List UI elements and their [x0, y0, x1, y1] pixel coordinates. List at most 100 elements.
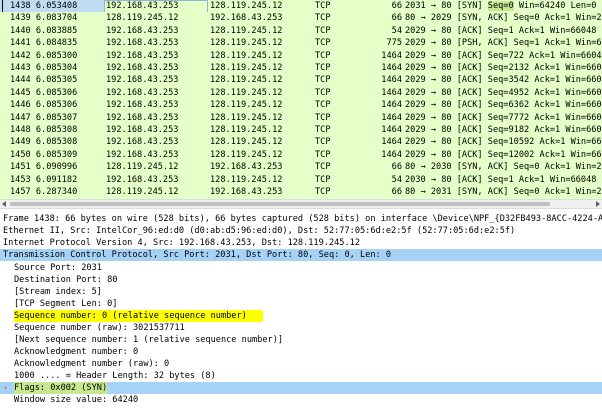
packet-row[interactable]: 1449 6.085308 192.168.43.253 128.119.245.1… [0, 136, 602, 150]
detail-line-text: Frame 1438: 66 bytes on wire (528 bits),… [3, 214, 602, 224]
packet-destination: 128.119.245.12 [210, 25, 283, 36]
packet-source: 192.168.43.253 [104, 0, 208, 13]
packet-number-time: 1450 6.085309 [10, 149, 78, 160]
detail-line[interactable]: Transmission Control Protocol, Src Port:… [0, 249, 602, 261]
packet-protocol: TCP [315, 1, 331, 11]
packet-list[interactable]: 1438 6.053408 192.168.43.253 128.119.245.1… [0, 0, 602, 199]
scroll-right-arrow-icon[interactable] [596, 201, 600, 207]
packet-length: 1464 [381, 149, 402, 160]
packet-length: 1464 [381, 63, 402, 73]
packet-length: 66 [391, 13, 402, 24]
packet-length: 775 [386, 38, 402, 49]
packet-info: 2029 → 80 [ACK] Seq=1 Ack=1 Win=66048 Le… [405, 25, 602, 38]
packet-number-time: 1446 6.085306 [10, 100, 78, 111]
packet-info: 2030 → 80 [ACK] Seq=1 Ack=1 Win=66048 Le… [405, 174, 602, 187]
scroll-thumb[interactable] [10, 202, 550, 206]
packet-row[interactable]: 1442 6.085300 192.168.43.253 128.119.245.1… [0, 49, 602, 63]
detail-line[interactable]: Window size value: 64240 [0, 394, 602, 406]
packet-info-text: 2029 → 80 [ACK] Seq=722 Ack=1 Win=66048 … [405, 50, 602, 61]
packet-source: 192.168.43.253 [106, 149, 179, 160]
packet-number-time: 1453 6.091182 [10, 174, 78, 185]
scroll-left-arrow-icon[interactable] [2, 201, 6, 207]
detail-line[interactable]: Frame 1438: 66 bytes on wire (528 bits),… [0, 213, 602, 225]
packet-row[interactable]: 1443 6.085304 192.168.43.253 128.119.245.1… [0, 62, 602, 75]
detail-line[interactable]: Sequence number (raw): 3021537711 [0, 322, 602, 334]
packet-destination: 192.168.43.253 [210, 162, 283, 173]
packet-number-time: 1451 6.090996 [10, 162, 78, 173]
packet-destination: 192.168.43.253 [210, 187, 283, 197]
packet-info: 2029 → 80 [ACK] Seq=3542 Ack=1 Win=66048… [405, 74, 602, 87]
packet-row[interactable]: 1445 6.085306 192.168.43.253 128.119.245.1… [0, 86, 602, 100]
packet-info: 2029 → 80 [ACK] Seq=4952 Ack=1 Win=66048… [405, 87, 602, 100]
packet-row[interactable]: 1457 6.287340 128.119.245.12 192.168.43.25… [0, 186, 602, 199]
packet-info: 2029 → 80 [ACK] Seq=2132 Ack=1 Win=66048… [405, 62, 602, 75]
packet-row[interactable]: 1451 6.090996 128.119.245.12 192.168.43.25… [0, 161, 602, 175]
detail-line[interactable]: 1000 .... = Header Length: 32 bytes (8) [0, 370, 602, 382]
detail-line[interactable]: Destination Port: 80 [0, 274, 602, 286]
packet-protocol: TCP [315, 125, 331, 135]
detail-line[interactable]: Internet Protocol Version 4, Src: 192.16… [0, 237, 602, 249]
packet-destination: 128.119.245.12 [210, 87, 283, 98]
packet-info: 2029 → 80 [ACK] Seq=6362 Ack=1 Win=66048… [405, 99, 602, 112]
detail-line[interactable]: Acknowledgment number: 0 [0, 346, 602, 358]
detail-line-text: Acknowledgment number: 0 [14, 347, 139, 357]
packet-destination: 128.119.245.12 [210, 174, 283, 185]
packet-protocol: TCP [315, 162, 331, 173]
packet-info-text: 2029 → 80 [ACK] Seq=4952 Ack=1 Win=66048… [405, 87, 602, 98]
detail-line-text: Flags: 0x002 (SYN) [14, 382, 108, 394]
packet-row[interactable]: 1453 6.091182 192.168.43.253 128.119.245.1… [0, 173, 602, 187]
packet-number-time: 1443 6.085304 [10, 63, 78, 73]
detail-line[interactable]: › Flags: 0x002 (SYN) [0, 382, 602, 394]
packet-source: 192.168.43.253 [106, 100, 179, 111]
packet-row[interactable]: 1450 6.085309 192.168.43.253 128.119.245.1… [0, 148, 602, 162]
detail-line[interactable]: Ethernet II, Src: IntelCor_96:ed:d0 (d0:… [0, 225, 602, 237]
packet-info-text: 2029 → 80 [ACK] Seq=3542 Ack=1 Win=66048… [405, 75, 602, 86]
packet-destination: 128.119.245.12 [210, 112, 283, 123]
packet-row[interactable]: 1444 6.085305 192.168.43.253 128.119.245.1… [0, 74, 602, 88]
packet-details-tree[interactable]: Frame 1438: 66 bytes on wire (528 bits),… [0, 209, 602, 408]
packet-row[interactable]: 1439 6.083704 128.119.245.12 192.168.43.25… [0, 12, 602, 26]
packet-row[interactable]: 1440 6.083885 192.168.43.253 128.119.245.1… [0, 24, 602, 38]
packet-info-text: 2029 → 80 [ACK] Seq=7772 Ack=1 Win=66048… [405, 112, 602, 123]
horizontal-scrollbar[interactable] [0, 199, 602, 209]
packet-row[interactable]: 1441 6.084835 192.168.43.253 128.119.245.1… [0, 37, 602, 51]
packet-source: 192.168.43.253 [106, 50, 179, 61]
packet-row[interactable]: 1448 6.085308 192.168.43.253 128.119.245.1… [0, 124, 602, 137]
packet-destination: 128.119.245.12 [210, 149, 283, 160]
packet-info-text: 2029 → 80 [PSH, ACK] Seq=1 Ack=1 Win=660… [405, 38, 602, 49]
detail-line[interactable]: Acknowledgment number (raw): 0 [0, 358, 602, 370]
packet-protocol: TCP [315, 25, 331, 36]
packet-number-time: 1439 6.083704 [10, 13, 78, 24]
packet-row[interactable]: 1447 6.085307 192.168.43.253 128.119.245.1… [0, 111, 602, 125]
packet-source: 192.168.43.253 [106, 38, 179, 49]
packet-info-text: 2029 → 80 [ACK] Seq=6362 Ack=1 Win=66048… [405, 100, 602, 111]
detail-line-text: [Stream index: 5] [14, 287, 102, 297]
detail-line[interactable]: [TCP Segment Len: 0] [0, 298, 602, 310]
packet-protocol: TCP [315, 187, 331, 197]
packet-source: 192.168.43.253 [106, 125, 179, 135]
detail-line[interactable]: [Next sequence number: 1 (relative seque… [0, 334, 602, 346]
expand-arrow-icon[interactable]: › [3, 382, 11, 394]
packet-row[interactable]: 1438 6.053408 192.168.43.253 128.119.245.1… [0, 0, 602, 13]
packet-source: 192.168.43.253 [106, 112, 179, 123]
detail-line[interactable]: Source Port: 2031 [0, 262, 602, 274]
packet-info-text: 2031 → 80 [SYN] [405, 1, 488, 11]
packet-protocol: TCP [315, 75, 331, 86]
detail-line-text: Sequence number: 0 (relative sequence nu… [14, 310, 263, 322]
packet-info-text: 2029 → 80 [ACK] Seq=12002 Ack=1 Win=6604… [405, 149, 602, 160]
detail-line[interactable]: Sequence number: 0 (relative sequence nu… [0, 310, 602, 322]
packet-destination: 128.119.245.12 [210, 50, 283, 61]
detail-line[interactable]: [Stream index: 5] [0, 286, 602, 298]
packet-source: 128.119.245.12 [106, 162, 179, 173]
packet-protocol: TCP [315, 174, 331, 185]
packet-info: 2029 → 80 [PSH, ACK] Seq=1 Ack=1 Win=660… [405, 37, 602, 50]
packet-row[interactable]: 1446 6.085306 192.168.43.253 128.119.245.1… [0, 99, 602, 113]
packet-source: 192.168.43.253 [106, 63, 179, 73]
packet-info: 2029 → 80 [ACK] Seq=12002 Ack=1 Win=6604… [405, 149, 602, 162]
packet-info: 80 → 2029 [SYN, ACK] Seq=0 Ack=1 Win=292… [405, 12, 602, 25]
packet-info-text: 2029 → 80 [ACK] Seq=2132 Ack=1 Win=66048… [405, 63, 602, 73]
packet-info: 80 → 2031 [SYN, ACK] Seq=0 Ack=1 Win=292… [405, 186, 602, 199]
packet-destination: 128.119.245.12 [210, 63, 283, 73]
detail-line-text: 1000 .... = Header Length: 32 bytes (8) [14, 371, 216, 381]
packet-protocol: TCP [315, 63, 331, 73]
